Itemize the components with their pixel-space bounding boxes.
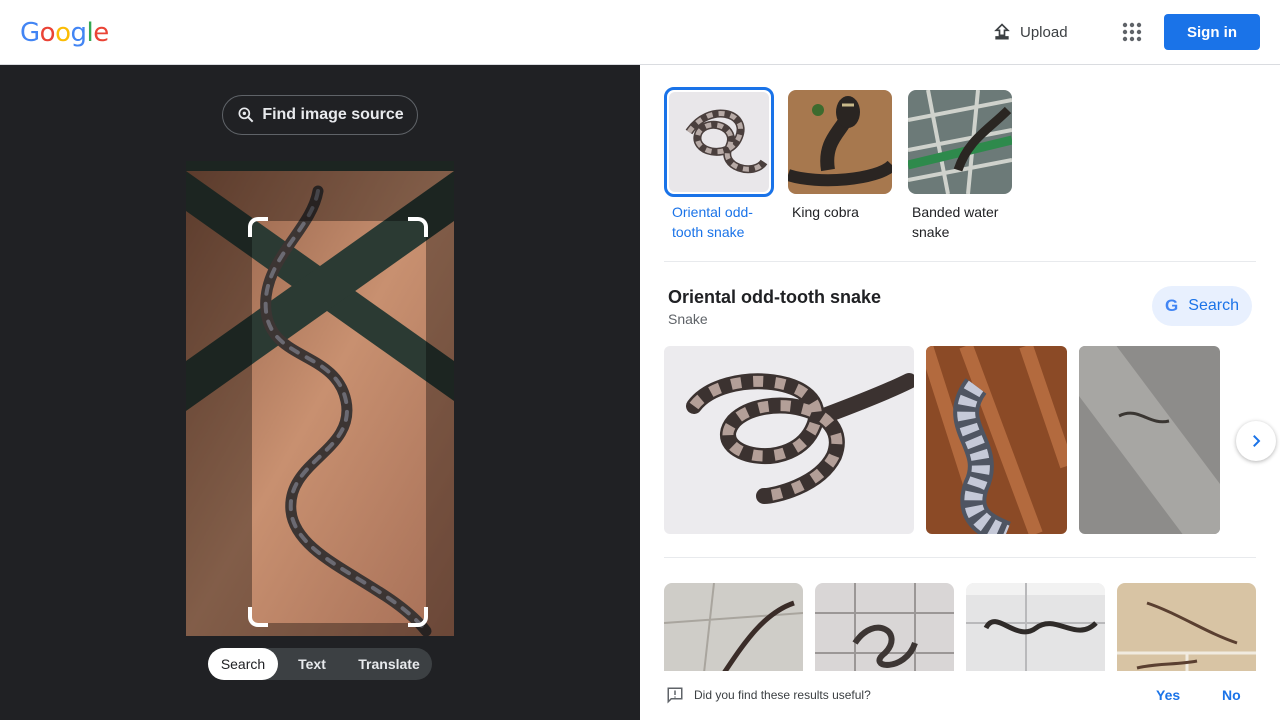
result-image[interactable] (926, 346, 1067, 534)
results-panel: Oriental odd-tooth snake King cobra Band… (640, 65, 1280, 720)
uploaded-image (186, 161, 454, 636)
grid-image[interactable] (966, 583, 1105, 673)
apps-grid-icon[interactable] (1120, 20, 1144, 44)
crop-selection[interactable] (248, 217, 428, 627)
logo-letter: l (86, 18, 94, 48)
logo-letter: G (20, 18, 40, 48)
suggestion-oriental-odd-tooth-snake[interactable]: Oriental odd-tooth snake (664, 87, 777, 242)
google-search-button[interactable]: G Search (1152, 286, 1252, 326)
find-image-source-button[interactable]: Find image source (222, 95, 418, 135)
suggestion-label: King cobra (792, 204, 859, 220)
suggestion-thumbnail (908, 90, 1012, 194)
crop-handle-top-left[interactable] (248, 217, 268, 237)
sign-in-button[interactable]: Sign in (1164, 14, 1260, 50)
result-subtitle: Snake (668, 311, 708, 327)
logo-letter: e (93, 18, 109, 48)
google-logo[interactable]: Google (20, 18, 109, 48)
upload-button[interactable]: Upload (992, 20, 1068, 44)
lens-panel: Find image source Search Text Translate (0, 65, 640, 720)
crop-handle-top-right[interactable] (408, 217, 428, 237)
suggestion-thumbnail (788, 90, 892, 194)
upload-icon (994, 23, 1010, 40)
crop-handle-bottom-left[interactable] (248, 607, 268, 627)
suggestion-banded-water-snake[interactable]: Banded water snake (908, 90, 1018, 242)
search-label: Search (1188, 297, 1239, 314)
logo-letter: g (70, 18, 88, 48)
grid-image[interactable] (664, 583, 803, 673)
result-image[interactable] (664, 346, 914, 534)
result-title: Oriental odd-tooth snake (668, 287, 882, 307)
divider (664, 557, 1256, 558)
lens-search-icon (238, 107, 254, 123)
suggestion-label: Oriental odd-tooth snake (672, 204, 753, 240)
feedback-no-button[interactable]: No (1222, 687, 1241, 703)
divider (664, 261, 1256, 262)
find-image-source-label: Find image source (262, 106, 404, 123)
next-results-button[interactable] (1236, 421, 1276, 461)
google-g-icon: G (1165, 296, 1179, 315)
upload-label: Upload (1020, 23, 1068, 41)
logo-letter: o (55, 18, 71, 48)
chevron-right-icon (1253, 435, 1261, 447)
top-bar: Google Upload Sign in (0, 0, 1280, 65)
suggestion-label: Banded water snake (912, 204, 999, 240)
grid-image[interactable] (815, 583, 954, 673)
tab-search[interactable]: Search (208, 648, 278, 680)
feedback-yes-button[interactable]: Yes (1156, 687, 1180, 703)
crop-handle-bottom-right[interactable] (408, 607, 428, 627)
suggestion-king-cobra[interactable]: King cobra (788, 90, 898, 222)
result-image[interactable] (1079, 346, 1220, 534)
lens-mode-tabs: Search Text Translate (208, 648, 432, 680)
tab-translate[interactable]: Translate (346, 648, 432, 680)
grid-image[interactable] (1117, 583, 1256, 673)
feedback-icon (667, 687, 683, 704)
tab-text[interactable]: Text (278, 648, 346, 680)
feedback-question: Did you find these results useful? (694, 688, 871, 702)
suggestion-thumbnail (664, 87, 774, 197)
feedback-bar: Did you find these results useful? Yes N… (640, 671, 1280, 720)
logo-letter: o (39, 18, 56, 48)
